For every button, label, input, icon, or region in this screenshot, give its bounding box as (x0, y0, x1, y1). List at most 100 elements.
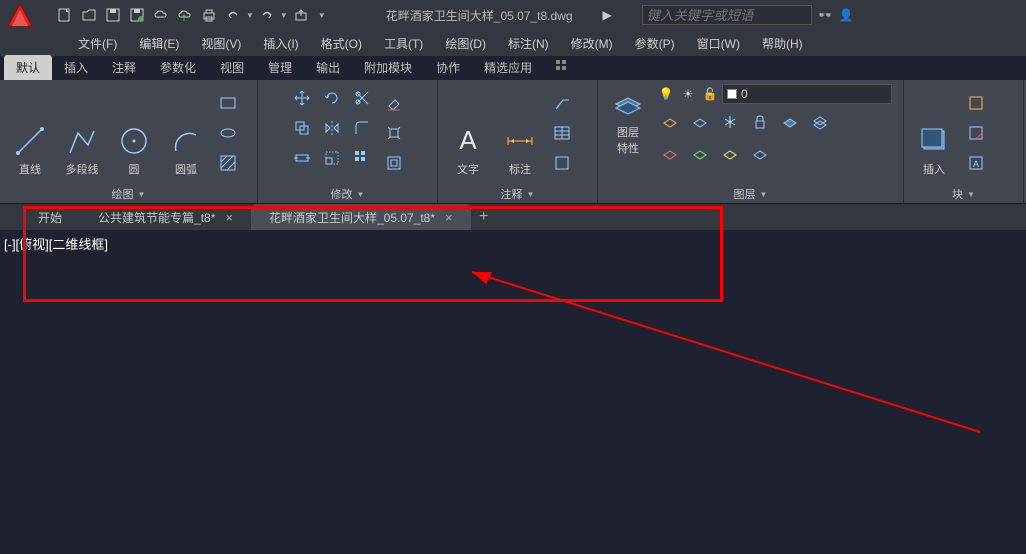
explode-icon[interactable] (380, 119, 408, 147)
layer-iso-icon[interactable] (656, 108, 684, 136)
layer-off-icon[interactable] (686, 108, 714, 136)
menu-tools[interactable]: 工具(T) (374, 32, 433, 55)
menu-help[interactable]: 帮助(H) (752, 32, 813, 55)
layer-c-icon[interactable] (716, 140, 744, 168)
panel-modify-title[interactable]: 修改 ▼ (258, 185, 437, 203)
menu-edit[interactable]: 编辑(E) (129, 32, 189, 55)
layer-freeze-icon[interactable] (716, 108, 744, 136)
save-as-icon[interactable] (126, 4, 148, 26)
line-label: 直线 (19, 161, 41, 177)
doc-tab-label: 公共建筑节能专篇_t8* (98, 209, 215, 226)
layer-color-swatch (727, 89, 737, 99)
ribbon-tab-addons[interactable]: 附加模块 (352, 55, 424, 80)
offset-icon[interactable] (380, 149, 408, 177)
panel-annotate-title[interactable]: 注释 ▼ (438, 185, 597, 203)
layer-properties-button[interactable]: 图层 特性 (604, 84, 652, 160)
binoculars-icon[interactable]: 👓 (818, 8, 833, 22)
text-label: 文字 (457, 161, 479, 177)
ribbon-tab-insert[interactable]: 插入 (52, 55, 100, 80)
polyline-button[interactable]: 多段线 (58, 84, 106, 181)
mirror-icon[interactable] (318, 114, 346, 142)
menu-format[interactable]: 格式(O) (311, 32, 372, 55)
field-icon[interactable] (548, 149, 576, 177)
ribbon-tab-home[interactable]: 默认 (4, 55, 52, 80)
layer-prev-icon[interactable] (806, 108, 834, 136)
doc-tab-start[interactable]: 开始 (20, 204, 80, 230)
rectangle-icon[interactable] (214, 89, 242, 117)
arc-button[interactable]: 圆弧 (162, 84, 210, 181)
ribbon-tab-output[interactable]: 输出 (304, 55, 352, 80)
menu-file[interactable]: 文件(F) (68, 32, 127, 55)
close-icon[interactable]: × (225, 210, 233, 225)
redo-dropdown-icon[interactable]: ▼ (280, 11, 288, 20)
edit-attr-icon[interactable]: A (962, 149, 990, 177)
cloud-save-icon[interactable] (174, 4, 196, 26)
add-tab-button[interactable]: + (471, 204, 497, 230)
menu-draw[interactable]: 绘图(D) (435, 32, 496, 55)
undo-icon[interactable] (222, 4, 244, 26)
layer-match-icon[interactable] (776, 108, 804, 136)
edit-block-icon[interactable] (962, 119, 990, 147)
doc-tab-1[interactable]: 公共建筑节能专篇_t8* × (80, 204, 251, 230)
line-button[interactable]: 直线 (6, 84, 54, 181)
new-icon[interactable] (54, 4, 76, 26)
ribbon-tab-param[interactable]: 参数化 (148, 55, 208, 80)
create-block-icon[interactable] (962, 89, 990, 117)
layer-a-icon[interactable] (656, 140, 684, 168)
ribbon-tab-manage[interactable]: 管理 (256, 55, 304, 80)
ribbon-launcher-icon[interactable] (548, 52, 576, 80)
menu-window[interactable]: 窗口(W) (687, 32, 750, 55)
scale-icon[interactable] (318, 144, 346, 172)
lock-icon[interactable]: 🔓 (700, 84, 720, 104)
panel-layers-title[interactable]: 图层 ▼ (598, 185, 903, 203)
drawing-canvas[interactable]: [-][俯视][二维线框] (0, 230, 1026, 554)
dimension-button[interactable]: 标注 (496, 84, 544, 181)
ribbon-tab-featured[interactable]: 精选应用 (472, 55, 544, 80)
undo-dropdown-icon[interactable]: ▼ (246, 11, 254, 20)
menu-param[interactable]: 参数(P) (625, 32, 685, 55)
insert-block-button[interactable]: 插入 (910, 84, 958, 181)
signin-icon[interactable]: 👤 (839, 8, 854, 22)
move-icon[interactable] (288, 84, 316, 112)
viewport-label[interactable]: [-][俯视][二维线框] (4, 234, 108, 253)
print-icon[interactable] (198, 4, 220, 26)
polyline-label: 多段线 (66, 161, 99, 177)
panel-draw-title[interactable]: 绘图 ▼ (0, 185, 257, 203)
search-input[interactable] (642, 5, 812, 25)
bulb-icon[interactable]: 💡 (656, 84, 676, 104)
ellipse-icon[interactable] (214, 119, 242, 147)
copy-icon[interactable] (288, 114, 316, 142)
cloud-open-icon[interactable] (150, 4, 172, 26)
trim-icon[interactable] (348, 84, 376, 112)
menu-insert[interactable]: 插入(I) (253, 32, 308, 55)
close-icon[interactable]: × (445, 210, 453, 225)
circle-button[interactable]: 圆 (110, 84, 158, 181)
sun-icon[interactable]: ☀ (678, 84, 698, 104)
rotate-icon[interactable] (318, 84, 346, 112)
layer-b-icon[interactable] (686, 140, 714, 168)
menu-view[interactable]: 视图(V) (191, 32, 251, 55)
leader-icon[interactable] (548, 89, 576, 117)
layer-d-icon[interactable] (746, 140, 774, 168)
text-button[interactable]: A 文字 (444, 84, 492, 181)
doc-tab-2[interactable]: 花畔酒家卫生间大样_05.07_t8* × (251, 204, 471, 230)
open-icon[interactable] (78, 4, 100, 26)
share-icon[interactable] (290, 4, 312, 26)
erase-icon[interactable] (380, 89, 408, 117)
layer-lock-icon[interactable] (746, 108, 774, 136)
svg-text:A: A (973, 159, 979, 169)
ribbon-tab-view[interactable]: 视图 (208, 55, 256, 80)
layer-dropdown[interactable]: 0 (722, 84, 892, 104)
fillet-icon[interactable] (348, 114, 376, 142)
table-icon[interactable] (548, 119, 576, 147)
redo-icon[interactable] (256, 4, 278, 26)
ribbon-tab-collab[interactable]: 协作 (424, 55, 472, 80)
hatch-icon[interactable] (214, 149, 242, 177)
panel-block-title[interactable]: 块 ▼ (904, 185, 1023, 203)
stretch-icon[interactable] (288, 144, 316, 172)
ribbon-tab-annotate[interactable]: 注释 (100, 55, 148, 80)
save-icon[interactable] (102, 4, 124, 26)
qat-dropdown-icon[interactable]: ▼ (318, 11, 326, 20)
app-logo[interactable] (0, 0, 50, 30)
array-icon[interactable] (348, 144, 376, 172)
